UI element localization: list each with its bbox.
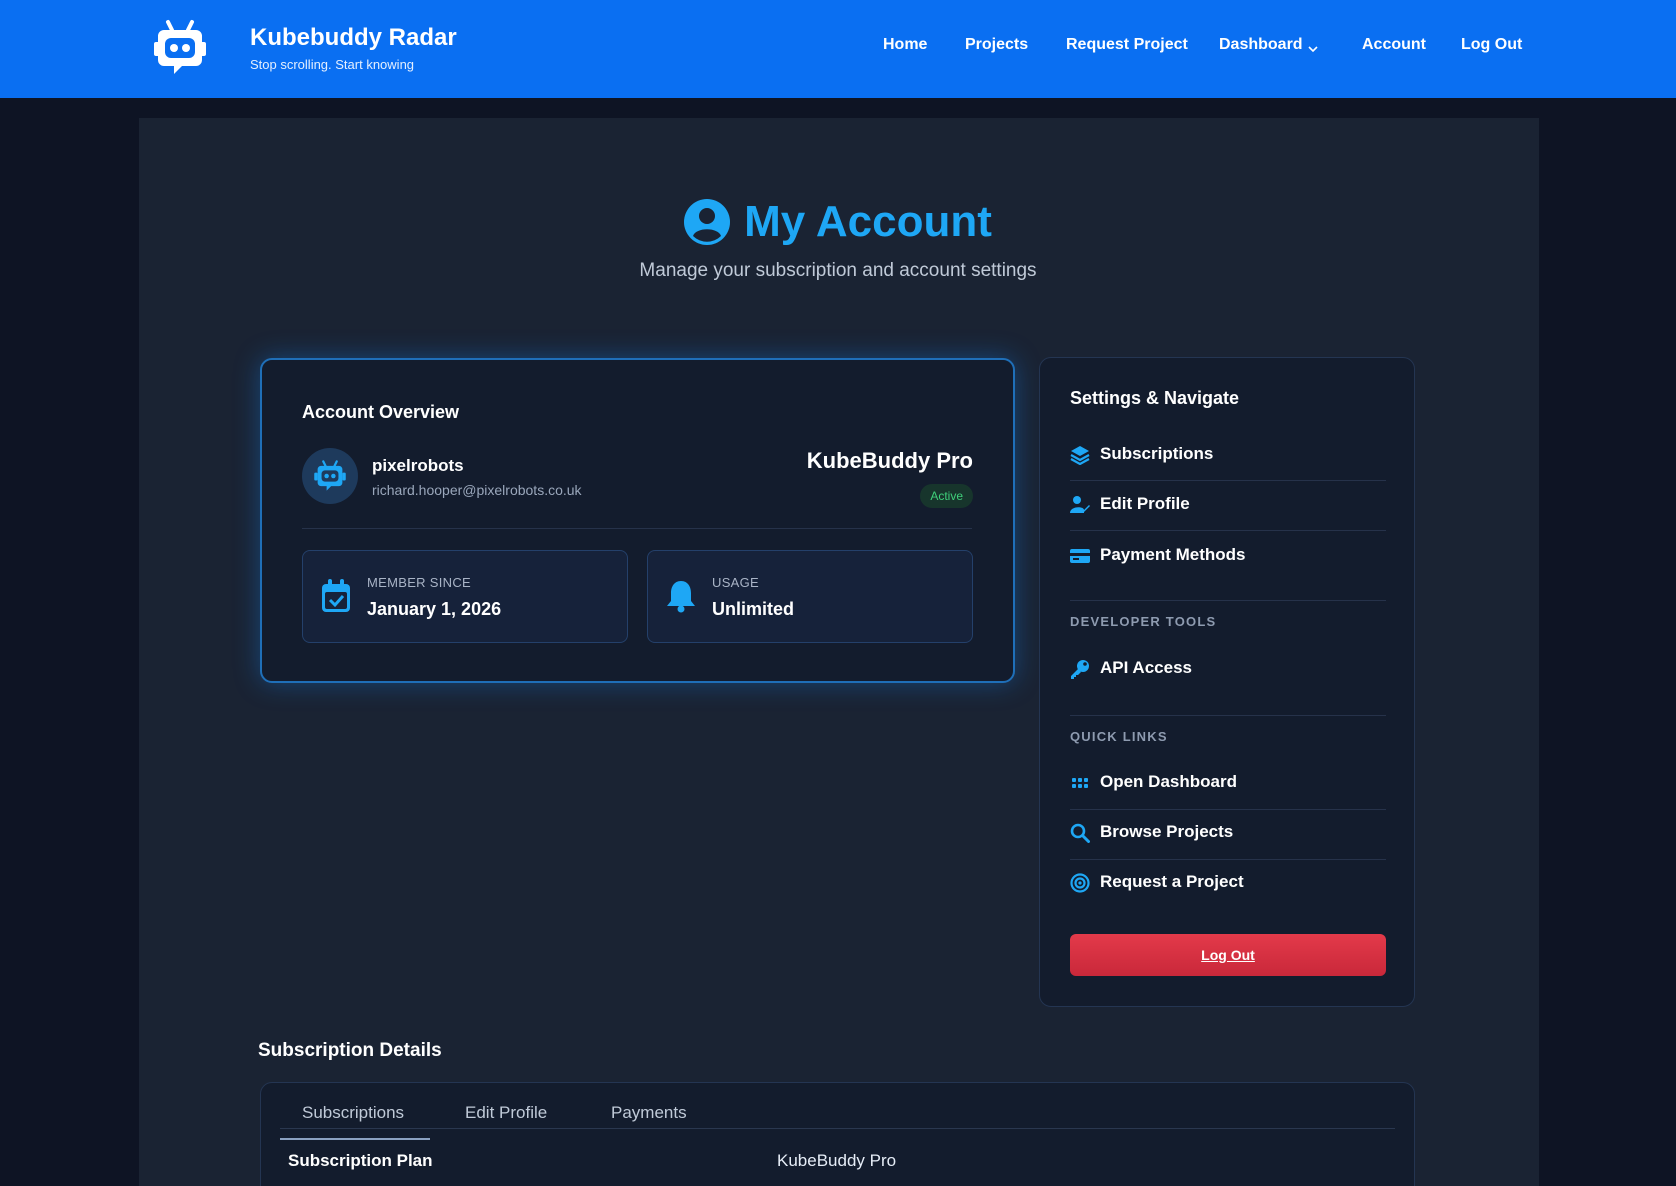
search-icon: [1070, 823, 1090, 843]
quick-link-label: Browse Projects: [1100, 822, 1234, 841]
settings-navigate-card: Settings & Navigate Subscriptions Edit P…: [1039, 357, 1415, 1007]
target-icon: [1070, 873, 1090, 893]
user-circle-icon: [684, 199, 731, 245]
top-navigation-bar: Kubebuddy Radar Stop scrolling. Start kn…: [0, 0, 1676, 98]
subscription-details-card: Subscriptions Edit Profile Payments Subs…: [260, 1082, 1415, 1186]
nav-logout-link[interactable]: Log Out: [1461, 36, 1522, 54]
robot-avatar-icon: [314, 460, 346, 491]
quick-link-browse-projects[interactable]: Browse Projects: [1070, 820, 1386, 848]
tab-edit-profile[interactable]: Edit Profile: [465, 1103, 547, 1123]
user-edit-icon: [1070, 496, 1090, 513]
quick-link-request-project[interactable]: Request a Project: [1070, 870, 1386, 898]
chevron-down-icon[interactable]: [1308, 45, 1318, 53]
quick-link-label: Open Dashboard: [1100, 772, 1237, 791]
nav-request-project-link[interactable]: Request Project: [1066, 36, 1188, 54]
page-title-row: My Account: [0, 192, 1676, 252]
status-badge: Active: [920, 484, 973, 508]
tab-bar-divider: [280, 1128, 1395, 1129]
divider: [1070, 480, 1386, 481]
divider: [1070, 600, 1386, 601]
developer-tools-heading: DEVELOPER TOOLS: [1070, 614, 1217, 629]
account-email: richard.hooper@pixelrobots.co.uk: [372, 482, 582, 498]
account-overview-heading: Account Overview: [302, 402, 460, 422]
settings-item-subscriptions[interactable]: Subscriptions: [1070, 442, 1386, 470]
tab-payments[interactable]: Payments: [611, 1103, 687, 1123]
nav-projects-link[interactable]: Projects: [965, 36, 1028, 54]
settings-item-label: Edit Profile: [1100, 494, 1190, 513]
layers-icon: [1070, 446, 1090, 465]
nav-account-link[interactable]: Account: [1362, 36, 1426, 54]
credit-card-icon: [1070, 549, 1090, 563]
member-since-tile: MEMBER SINCE January 1, 2026: [302, 550, 628, 643]
account-overview-card: Account Overview pixelrobots richard.hoo…: [260, 358, 1015, 683]
bell-icon: [667, 581, 695, 613]
quick-link-open-dashboard[interactable]: Open Dashboard: [1070, 770, 1386, 798]
settings-item-label: Subscriptions: [1100, 444, 1214, 463]
page-title: My Account: [744, 197, 992, 246]
main-nav: Home Projects Request Project Dashboard …: [0, 36, 1676, 60]
quick-link-label: Request a Project: [1100, 872, 1244, 891]
logout-button[interactable]: Log Out: [1070, 934, 1386, 976]
nav-home-link[interactable]: Home: [883, 36, 927, 54]
active-tab-indicator: [280, 1138, 430, 1140]
settings-item-label: Payment Methods: [1100, 545, 1246, 564]
settings-item-api-access[interactable]: API Access: [1070, 656, 1386, 684]
usage-label: USAGE: [712, 575, 760, 590]
usage-tile: USAGE Unlimited: [647, 550, 973, 643]
subscription-plan-value: KubeBuddy Pro: [777, 1151, 897, 1170]
divider: [1070, 809, 1386, 810]
divider: [1070, 530, 1386, 531]
page-subtitle: Manage your subscription and account set…: [639, 260, 1037, 281]
subscription-plan-label: Subscription Plan: [288, 1151, 433, 1170]
nav-dashboard-dropdown[interactable]: Dashboard: [1219, 36, 1303, 54]
account-username: pixelrobots: [372, 456, 464, 475]
divider: [302, 528, 972, 529]
plan-name: KubeBuddy Pro: [806, 448, 973, 473]
divider: [1070, 715, 1386, 716]
settings-item-label: API Access: [1100, 658, 1192, 677]
usage-value: Unlimited: [712, 599, 795, 619]
calendar-check-icon: [322, 579, 350, 612]
tab-subscriptions[interactable]: Subscriptions: [302, 1103, 404, 1123]
subscription-details-heading: Subscription Details: [258, 1040, 442, 1061]
divider: [1070, 859, 1386, 860]
settings-item-payment-methods[interactable]: Payment Methods: [1070, 543, 1386, 571]
key-icon: [1071, 660, 1089, 679]
settings-heading: Settings & Navigate: [1070, 388, 1240, 408]
member-since-label: MEMBER SINCE: [367, 575, 472, 590]
quick-links-heading: QUICK LINKS: [1070, 729, 1168, 744]
member-since-value: January 1, 2026: [367, 599, 502, 619]
settings-item-edit-profile[interactable]: Edit Profile: [1070, 492, 1386, 520]
avatar: [302, 448, 358, 504]
grid-icon: [1072, 778, 1088, 788]
